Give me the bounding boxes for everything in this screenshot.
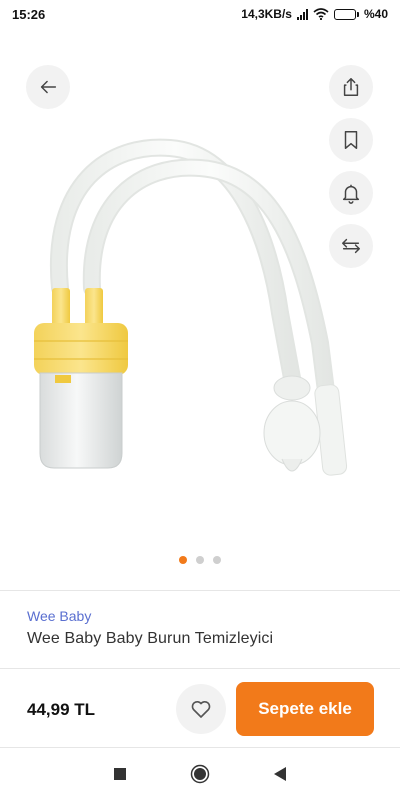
recents-button[interactable]: [98, 752, 142, 796]
gallery-dot[interactable]: [179, 556, 187, 564]
product-title: Wee Baby Baby Burun Temizleyici: [27, 630, 274, 647]
home-button[interactable]: [178, 752, 222, 796]
triangle-back-icon: [274, 767, 286, 781]
arrow-left-icon: [40, 80, 57, 94]
gallery-pagination: [0, 556, 400, 564]
heart-icon: [191, 701, 211, 718]
system-nav-bar: [0, 748, 400, 800]
nav-back-button[interactable]: [258, 752, 302, 796]
share-icon: [343, 78, 359, 96]
status-right: 14,3KB/s %40: [241, 7, 388, 21]
gallery-dot[interactable]: [196, 556, 204, 564]
share-button[interactable]: [329, 65, 373, 109]
wifi-icon: [313, 8, 329, 20]
add-to-cart-button[interactable]: Sepete ekle: [236, 682, 374, 736]
signal-icon: [296, 8, 308, 20]
square-icon: [114, 768, 126, 780]
gallery-dot[interactable]: [213, 556, 221, 564]
back-button[interactable]: [26, 65, 70, 109]
circle-icon: [190, 764, 210, 784]
status-time: 15:26: [12, 6, 46, 22]
battery-icon: [333, 8, 359, 20]
product-image[interactable]: [30, 123, 370, 493]
product-price: 44,99 TL: [27, 700, 96, 719]
battery-level: %40: [363, 7, 388, 21]
favorite-button[interactable]: [176, 684, 226, 734]
network-speed: 14,3KB/s: [241, 7, 292, 21]
status-bar: 15:26 14,3KB/s %40: [0, 0, 400, 28]
divider: [0, 668, 400, 669]
product-brand-link[interactable]: Wee Baby: [27, 608, 91, 624]
product-gallery[interactable]: [0, 28, 400, 590]
divider: [0, 590, 400, 591]
